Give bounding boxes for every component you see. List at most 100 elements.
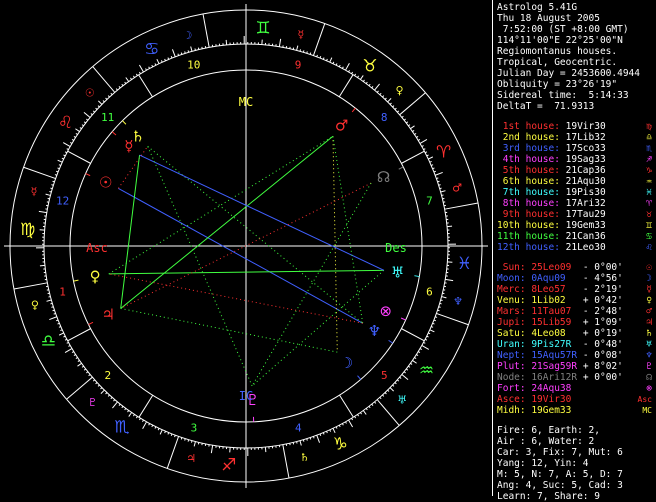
- degree-tick: [114, 400, 115, 402]
- degree-tick: [418, 352, 420, 353]
- sign-icon: ♎: [646, 132, 652, 143]
- degree-tick: [96, 108, 97, 109]
- degree-tick: [445, 203, 478, 209]
- house-value: 17Sco33: [560, 143, 606, 154]
- house-number: 9: [295, 58, 302, 71]
- planet-row: Mars: 11Tau07 - 2°48'♂: [497, 306, 654, 317]
- sign-icon: ♌: [646, 242, 652, 253]
- degree-tick: [406, 369, 408, 370]
- house-label: 5th house:: [497, 165, 560, 176]
- planet-icon: ☊: [646, 372, 652, 383]
- degree-tick: [65, 349, 72, 353]
- degree-tick: [108, 96, 109, 97]
- degree-tick: [181, 438, 182, 440]
- aspect-line: [109, 274, 363, 323]
- planet-motion: - 0°08': [577, 350, 623, 361]
- degree-tick: [374, 84, 379, 90]
- aspect-line: [333, 136, 337, 352]
- chart-header: Astrolog 5.41GThu 18 August 2005 7:52:00…: [497, 2, 654, 112]
- degree-tick: [181, 53, 182, 55]
- degree-tick: [339, 425, 340, 427]
- degree-tick: [307, 51, 308, 53]
- header-line: 7:52:00 (ST +8:00 GMT): [497, 24, 654, 35]
- degree-tick: [440, 188, 442, 189]
- planet-row: Midh: 19Gem33 MC: [497, 405, 654, 416]
- degree-tick: [24, 167, 56, 178]
- degree-tick: [155, 427, 156, 429]
- degree-tick: [60, 330, 62, 331]
- degree-tick: [395, 108, 396, 109]
- degree-tick: [63, 155, 65, 156]
- header-line: Regiomontanus houses.: [497, 46, 654, 57]
- planet-glyph-icon: ♄: [131, 127, 144, 145]
- sign-ruler-icon: ♇: [88, 396, 98, 409]
- degree-tick: [297, 442, 298, 444]
- planet-tick: [88, 322, 92, 324]
- planet-glyph-icon: ☊: [377, 168, 390, 186]
- degree-tick: [133, 414, 134, 416]
- planet-motion: - 0°00': [577, 262, 623, 273]
- planet-name: Nept:: [497, 350, 526, 361]
- degree-tick: [133, 76, 134, 78]
- degree-tick: [436, 178, 438, 179]
- degree-tick: [436, 313, 468, 324]
- degree-tick: [406, 122, 408, 123]
- sign-icon: ♓: [646, 187, 652, 198]
- aspect-line: [121, 308, 338, 352]
- zodiac-sign-icon: ♒: [419, 361, 434, 381]
- degree-tick: [369, 406, 370, 408]
- degree-tick: [342, 424, 343, 426]
- degree-tick: [191, 47, 192, 52]
- degree-tick: [191, 441, 192, 443]
- planet-icon: Asc: [638, 394, 652, 405]
- house-cusp-row: 2nd house: 17Lib32♎: [497, 132, 654, 143]
- degree-tick: [76, 357, 78, 358]
- degree-tick: [161, 60, 162, 62]
- planet-glyph-icon: ♃: [101, 306, 114, 324]
- degree-tick: [119, 404, 120, 406]
- degree-tick: [428, 333, 430, 334]
- degree-tick: [139, 65, 143, 72]
- degree-tick: [431, 165, 433, 166]
- house-number: 2: [104, 369, 111, 382]
- degree-tick: [380, 397, 381, 398]
- planet-row: Fort: 24Aqu38 ⊗: [497, 383, 654, 394]
- degree-tick: [434, 320, 436, 321]
- degree-tick: [435, 317, 437, 318]
- degree-tick: [116, 89, 117, 91]
- panel-divider: [492, 0, 493, 496]
- degree-tick: [103, 100, 104, 101]
- planet-row: Venu: 1Lib02 + 0°42'♀: [497, 295, 654, 306]
- chart-wheel: ♈♂♉♀♊☿♋☽♌☉♍☿♎♀♏♇♐♃♑♄♒♅♓♆ 123456789101112…: [0, 0, 492, 496]
- planet-position: 0Aqu09: [526, 273, 577, 284]
- planet-row: Merc: 8Leo57 - 2°19'☿: [497, 284, 654, 295]
- degree-tick: [185, 439, 186, 441]
- planet-name: Node:: [497, 372, 526, 383]
- planet-position: 19Vir30: [526, 394, 577, 405]
- degree-tick: [388, 390, 389, 391]
- degree-tick: [442, 195, 444, 196]
- degree-tick: [125, 82, 126, 84]
- house-cusp-row: 3rd house: 17Sco33♏: [497, 143, 654, 154]
- planet-name: Uran:: [497, 339, 526, 350]
- degree-tick: [194, 442, 195, 447]
- degree-tick: [310, 53, 311, 55]
- house-label: 10th house:: [497, 220, 560, 231]
- sign-ruler-icon: ♅: [397, 393, 407, 406]
- degree-tick: [408, 125, 410, 126]
- degree-tick: [430, 330, 435, 332]
- degree-tick: [433, 168, 435, 169]
- header-line: Julian Day = 2453600.4944: [497, 68, 654, 79]
- aspect-line: [121, 155, 140, 308]
- degree-tick: [352, 418, 353, 420]
- degree-tick: [72, 139, 74, 140]
- degree-tick: [382, 96, 383, 97]
- planet-icon: ☉: [646, 262, 652, 273]
- degree-tick: [185, 51, 186, 53]
- header-line: 114°11'00"E 22°25'00"N: [497, 35, 654, 46]
- planet-icon: ♆: [646, 350, 652, 361]
- degree-tick: [168, 58, 169, 60]
- planet-icon: ♅: [646, 339, 652, 350]
- degree-tick: [414, 133, 416, 134]
- ic-label: IC: [239, 389, 253, 403]
